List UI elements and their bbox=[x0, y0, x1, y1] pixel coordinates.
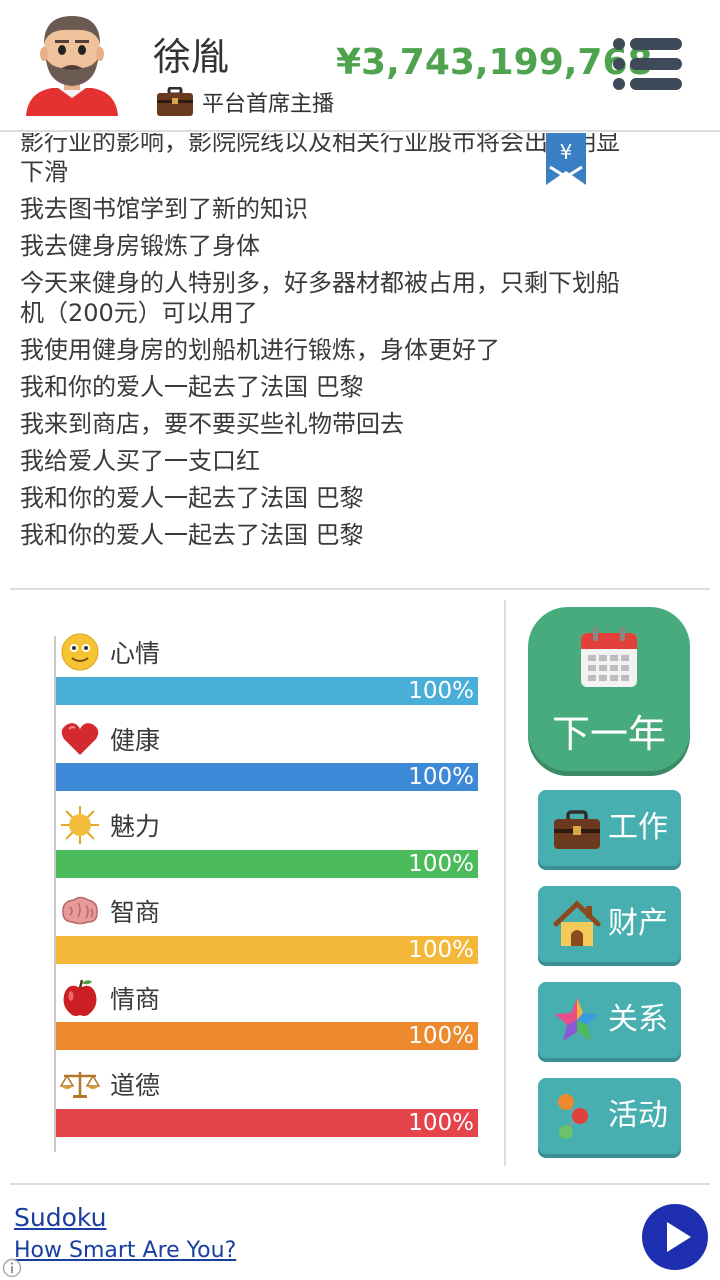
stat-bar: 100% bbox=[56, 1022, 478, 1050]
log-line: 下滑 bbox=[20, 158, 68, 186]
stat-bar: 100% bbox=[56, 763, 478, 791]
relations-button[interactable]: 关系 bbox=[538, 982, 681, 1058]
log-line: 我给爱人买了一支口红 bbox=[20, 447, 260, 475]
log-line: 我使用健身房的划船机进行锻炼，身体更好了 bbox=[20, 336, 500, 364]
star-icon bbox=[555, 998, 599, 1041]
heart-icon bbox=[61, 723, 99, 755]
hamburger-menu-icon[interactable] bbox=[612, 36, 684, 92]
play-icon[interactable] bbox=[642, 1204, 708, 1270]
log-line: 影行业的影响，影院院线以及相关行业股市将会出现明显 bbox=[20, 133, 620, 156]
stat-label-text: 健康 bbox=[110, 726, 161, 755]
header: 徐胤 平台首席主播 ¥3,743,199,768 bbox=[0, 0, 720, 132]
stat-label-text: 道德 bbox=[110, 1071, 161, 1100]
briefcase-icon bbox=[157, 87, 193, 116]
stat-label-text: 情商 bbox=[110, 985, 161, 1014]
stat-value: 100% bbox=[408, 1110, 474, 1136]
activity-dots-icon bbox=[558, 1094, 588, 1139]
log-line: 我和你的爱人一起去了法国 巴黎 bbox=[20, 373, 364, 401]
stat-bar: 100% bbox=[56, 850, 478, 878]
stat-axis-line bbox=[54, 636, 56, 1152]
stat-eq-label: 情商 bbox=[60, 978, 160, 1018]
yen-bookmark-icon[interactable]: ¥ bbox=[546, 133, 586, 185]
stat-value: 100% bbox=[408, 851, 474, 877]
info-icon[interactable] bbox=[2, 1258, 22, 1278]
activities-button[interactable]: 活动 bbox=[538, 1078, 681, 1154]
panel-divider bbox=[504, 600, 506, 1166]
brain-icon bbox=[62, 896, 98, 925]
job-title-row: 平台首席主播 bbox=[156, 86, 334, 118]
job-title: 平台首席主播 bbox=[202, 92, 335, 117]
log-line: 我来到商店，要不要买些礼物带回去 bbox=[20, 410, 404, 438]
log-line: 机（200元）可以用了 bbox=[20, 299, 258, 327]
svg-text:¥: ¥ bbox=[560, 140, 573, 164]
ad-subtitle-link[interactable]: How Smart Are You? bbox=[14, 1238, 236, 1263]
money-balance: ¥3,743,199,768 bbox=[336, 42, 653, 83]
calendar-icon bbox=[581, 627, 637, 687]
briefcase-icon bbox=[554, 810, 600, 849]
divider bbox=[10, 1183, 710, 1185]
stat-label-text: 魅力 bbox=[110, 812, 161, 841]
scales-icon bbox=[60, 1072, 100, 1098]
property-button[interactable]: 财产 bbox=[538, 886, 681, 962]
work-label: 工作 bbox=[608, 810, 668, 845]
stat-value: 100% bbox=[408, 678, 474, 704]
stat-value: 100% bbox=[408, 1023, 474, 1049]
stat-label-text: 智商 bbox=[110, 898, 161, 927]
player-name: 徐胤 bbox=[153, 35, 230, 79]
log-line: 我去图书馆学到了新的知识 bbox=[20, 195, 308, 223]
stat-mood-label: 心情 bbox=[60, 632, 160, 672]
stat-morality-label: 道德 bbox=[60, 1064, 160, 1104]
divider bbox=[10, 588, 710, 590]
next-year-label: 下一年 bbox=[551, 712, 666, 756]
property-label: 财产 bbox=[608, 906, 668, 941]
event-log[interactable]: 影行业的影响，影院院线以及相关行业股市将会出现明显 下滑 我去图书馆学到了新的知… bbox=[0, 133, 720, 585]
sun-icon bbox=[61, 806, 99, 844]
smiley-icon bbox=[61, 633, 99, 671]
house-icon bbox=[553, 900, 601, 946]
work-button[interactable]: 工作 bbox=[538, 790, 681, 866]
apple-icon bbox=[63, 979, 97, 1016]
stat-health-label: 健康 bbox=[60, 719, 160, 759]
log-line: 今天来健身的人特别多，好多器材都被占用，只剩下划船 bbox=[20, 269, 620, 297]
stat-bar: 100% bbox=[56, 1109, 478, 1137]
activities-label: 活动 bbox=[608, 1098, 668, 1133]
log-line: 我和你的爱人一起去了法国 巴黎 bbox=[20, 484, 364, 512]
log-line: 我和你的爱人一起去了法国 巴黎 bbox=[20, 521, 364, 549]
log-line: 我去健身房锻炼了身体 bbox=[20, 232, 260, 260]
stat-bar: 100% bbox=[56, 677, 478, 705]
stat-bar: 100% bbox=[56, 936, 478, 964]
stat-charm-label: 魅力 bbox=[60, 805, 160, 845]
avatar[interactable] bbox=[22, 8, 122, 120]
relations-label: 关系 bbox=[608, 1002, 668, 1037]
stat-value: 100% bbox=[408, 764, 474, 790]
stat-value: 100% bbox=[408, 937, 474, 963]
ad-title-link[interactable]: Sudoku bbox=[14, 1203, 106, 1232]
next-year-button[interactable]: 下一年 bbox=[528, 607, 690, 771]
stat-label-text: 心情 bbox=[110, 639, 161, 668]
stat-iq-label: 智商 bbox=[60, 891, 160, 931]
